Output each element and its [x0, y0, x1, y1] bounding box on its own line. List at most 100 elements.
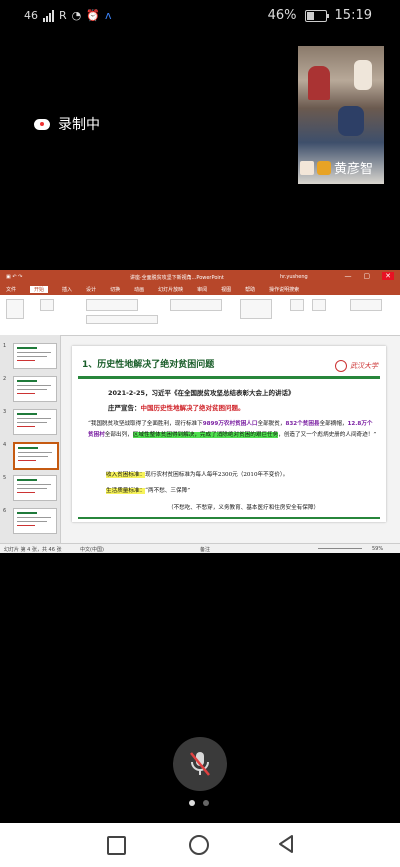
- speech-quote: “我国脱贫攻坚战取得了全面胜利，现行标准下9899万农村贫困人口全部脱贫，832…: [88, 419, 378, 440]
- participant-name: 黄彦智: [334, 162, 374, 177]
- minimize-icon[interactable]: —: [345, 272, 352, 280]
- quick-styles-button[interactable]: [312, 299, 326, 311]
- mic-off-icon: [190, 752, 210, 776]
- video-figure: [354, 60, 372, 90]
- footer-divider: [78, 517, 380, 519]
- signal2-label: R: [59, 9, 67, 22]
- declaration: 庄严宣告：中国历史性地解决了绝对贫困问题。: [108, 402, 245, 412]
- avatar: [300, 160, 314, 175]
- notes-button[interactable]: 备注: [200, 546, 210, 553]
- document-title: 讲座·全面脱贫攻坚下新视角...PowerPoint: [130, 275, 224, 281]
- slide-thumbnail[interactable]: [13, 409, 57, 435]
- slide-thumbnail[interactable]: [13, 475, 57, 501]
- battery-fill: [306, 11, 315, 20]
- editing-button[interactable]: [350, 299, 382, 311]
- app-notification-icon: ʌ: [104, 9, 112, 22]
- tab-开始[interactable]: 开始: [30, 286, 49, 293]
- income-standard: 收入贫困标准：现行农村贫困标准为每人每年2300元（2010年不变价）。: [106, 470, 288, 478]
- slide-counter: 幻灯片 第 4 张，共 46 张: [4, 547, 62, 553]
- video-figure: [308, 66, 330, 100]
- speech-reference: 2021-2-25，习近平《在全国脱贫攻坚总结表彰大会上的讲话》: [108, 389, 295, 397]
- current-slide: 1、历史性地解决了绝对贫困问题 武汉大学 2021-2-25，习近平《在全国脱贫…: [72, 346, 386, 522]
- quote-part: “我国脱贫攻坚战取得了全面胜利，现行标准下: [88, 421, 203, 427]
- tab-视图[interactable]: 视图: [221, 286, 231, 293]
- back-button[interactable]: [277, 834, 295, 854]
- slide-number: 1: [3, 343, 7, 349]
- tab-设计[interactable]: 设计: [86, 286, 96, 293]
- slide-thumbnails: 1 2 3 4 5 6: [0, 335, 61, 543]
- quote-part: 全部出列，: [104, 431, 133, 438]
- university-logo: 武汉大学: [335, 360, 378, 372]
- mute-toggle-button[interactable]: [173, 737, 227, 791]
- participant-name-tag: 黄彦智: [300, 158, 373, 177]
- video-figure: [338, 106, 364, 136]
- slide-thumbnail[interactable]: [13, 376, 57, 402]
- home-button[interactable]: [189, 835, 209, 855]
- tab-插入[interactable]: 插入: [62, 286, 72, 293]
- battery-icon: [304, 9, 329, 22]
- life-label: 生活质量标准：: [106, 488, 146, 494]
- font-select[interactable]: [86, 299, 138, 311]
- tab-文件[interactable]: 文件: [6, 286, 16, 293]
- mic-muted-icon: [317, 160, 331, 175]
- ppt-title-bar: ▣ ↶ ↷ 讲座·全面脱贫攻坚下新视角...PowerPoint hr.yush…: [0, 270, 400, 284]
- tab-切换[interactable]: 切换: [110, 286, 120, 293]
- page-dot: [189, 800, 195, 806]
- system-nav-bar: [0, 823, 400, 867]
- network-label: 46: [24, 9, 38, 22]
- logo-text: 武汉大学: [350, 362, 378, 370]
- quote-highlight: 832个贫困县: [285, 421, 320, 427]
- language-status: 中文(中国): [80, 547, 104, 553]
- window-controls: — ▢ ✕: [345, 272, 394, 280]
- paste-button[interactable]: [6, 299, 24, 319]
- declaration-prefix: 庄严宣告：: [108, 404, 141, 412]
- page-indicator: [189, 800, 209, 806]
- zoom-level: 59%: [372, 546, 384, 552]
- slide-number: 4: [3, 442, 7, 448]
- seal-icon: [335, 360, 347, 372]
- signal-icon: [43, 9, 54, 22]
- slide-thumbnail[interactable]: [13, 508, 57, 534]
- ribbon-tabs: 文件 开始 插入 设计 切换 动画 幻灯片放映 审阅 视图 帮助 操作说明搜索: [0, 284, 400, 295]
- status-bar: 46 R ◔ ⏰ ʌ 46% 15:19: [0, 0, 400, 34]
- ribbon: [0, 295, 400, 336]
- shared-screen[interactable]: ▣ ↶ ↷ 讲座·全面脱贫攻坚下新视角...PowerPoint hr.yush…: [0, 270, 400, 553]
- wifi-icon: ◔: [71, 9, 82, 22]
- save-icon[interactable]: ▣ ↶ ↷: [6, 274, 22, 280]
- recent-apps-button[interactable]: [107, 836, 126, 855]
- new-slide-button[interactable]: [40, 299, 54, 311]
- font-format-buttons[interactable]: [86, 315, 158, 324]
- quote-part: ，创造了又一个彪炳史册的人间奇迹！”: [278, 431, 377, 438]
- recording-indicator[interactable]: 录制中: [34, 114, 100, 134]
- slide-thumbnail[interactable]: [13, 442, 59, 470]
- income-label: 收入贫困标准：: [106, 472, 146, 478]
- quote-part: 全部摘帽，: [319, 421, 348, 427]
- tab-操作说明搜索[interactable]: 操作说明搜索: [269, 286, 299, 293]
- arrange-button[interactable]: [290, 299, 304, 311]
- alarm-icon: ⏰: [86, 9, 100, 22]
- tab-审阅[interactable]: 审阅: [197, 286, 207, 293]
- tab-动画[interactable]: 动画: [134, 286, 144, 293]
- zoom-slider[interactable]: [318, 548, 362, 549]
- slide-number: 5: [3, 475, 7, 481]
- life-text: “两不愁、三保障”: [145, 488, 191, 494]
- network-status: 46 R ◔ ⏰ ʌ: [24, 9, 111, 22]
- tab-帮助[interactable]: 帮助: [245, 286, 255, 293]
- quote-green-highlight: 区域性整体贫困得到解决，完成了消除绝对贫困的艰巨任务: [132, 431, 279, 438]
- shapes-gallery[interactable]: [240, 299, 272, 319]
- user-name: hr.yusheng: [280, 274, 308, 280]
- slide-thumbnail[interactable]: [13, 343, 57, 369]
- quote-part: 全部脱贫，: [257, 421, 286, 427]
- slide-number: 2: [3, 376, 7, 382]
- slide-number: 3: [3, 409, 7, 415]
- income-text: 现行农村贫困标准为每人每年2300元（2010年不变价）。: [145, 472, 289, 478]
- ppt-status-bar: 幻灯片 第 4 张，共 46 张 中文(中国) 备注 59%: [0, 543, 400, 553]
- close-icon[interactable]: ✕: [382, 272, 394, 280]
- recording-label: 录制中: [58, 117, 100, 133]
- slide-heading: 1、历史性地解决了绝对贫困问题: [82, 360, 215, 370]
- slide-number: 6: [3, 508, 7, 514]
- paragraph-buttons[interactable]: [170, 299, 222, 311]
- maximize-icon[interactable]: ▢: [364, 272, 371, 280]
- battery-percent: 46%: [267, 8, 297, 23]
- tab-幻灯片放映[interactable]: 幻灯片放映: [158, 286, 183, 293]
